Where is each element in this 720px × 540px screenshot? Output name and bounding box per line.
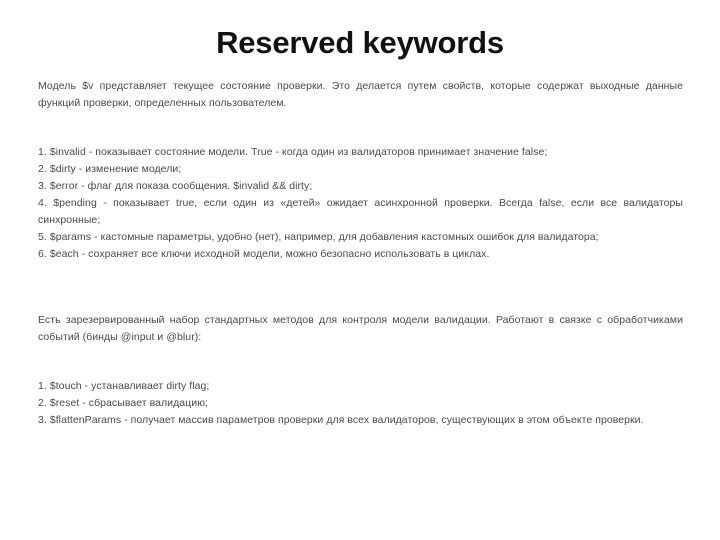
slide-body: Модель $v представляет текущее состояние… (38, 78, 683, 429)
list-item: 2. $reset - сбрасывает валидацию; (38, 397, 209, 409)
list-item: 1. $touch - устанавливает dirty flag; (38, 380, 210, 392)
methods-paragraph: Есть зарезервированный набор стандартных… (38, 314, 683, 343)
spacer-methods-to-list (38, 346, 683, 378)
list-item: 3. $flattenParams - получает массив пара… (38, 414, 644, 426)
spacer-intro-to-properties (38, 112, 683, 144)
list-item: 2. $dirty - изменение модели; (38, 163, 182, 175)
list-item: 3. $error - флаг для показа сообщения. $… (38, 180, 313, 192)
list-item: 6. $each - сохраняет все ключи исходной … (38, 248, 490, 260)
page-title: Reserved keywords (216, 25, 504, 60)
list-item: 4. $pending - показывает true, если один… (38, 197, 683, 226)
slide-canvas: Reserved keywords Модель $v представляет… (0, 0, 720, 540)
list-item: 1. $invalid - показывает состояние модел… (38, 146, 548, 158)
spacer-properties-to-methods (38, 263, 683, 312)
list-item: 5. $params - кастомные параметры, удобно… (38, 231, 599, 243)
properties-list: 1. $invalid - показывает состояние модел… (38, 144, 683, 263)
intro-paragraph: Модель $v представляет текущее состояние… (38, 80, 683, 109)
methods-list: 1. $touch - устанавливает dirty flag; 2.… (38, 378, 683, 429)
